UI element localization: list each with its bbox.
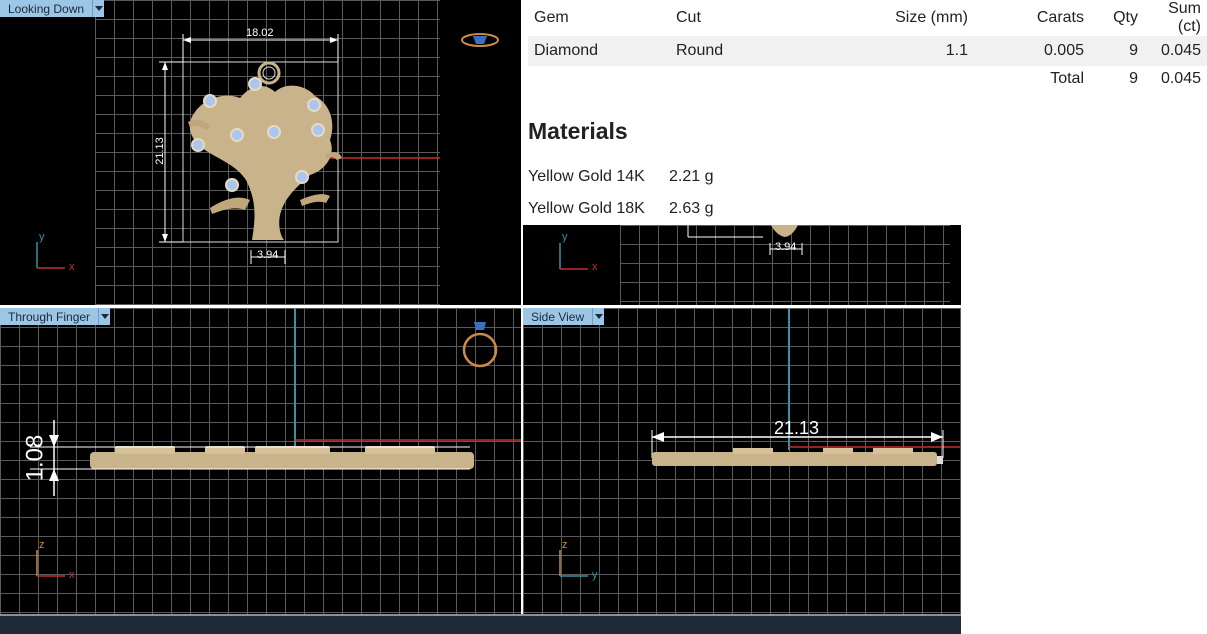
pendant-profile-side — [652, 452, 937, 466]
dim-width: 18.02 — [246, 27, 274, 39]
cell-size: 1.1 — [822, 36, 974, 66]
viewport-label-text: Side View — [523, 308, 593, 325]
cell-cut: Round — [670, 36, 822, 66]
axis-label-x: x — [69, 569, 75, 581]
table-row[interactable]: Diamond Round 1.1 0.005 9 0.045 — [528, 36, 1207, 66]
material-weight: 2.63 g — [669, 200, 714, 217]
viewport-partial-top[interactable]: 3.94 y x — [523, 225, 961, 305]
taskbar-divider — [0, 614, 961, 616]
chevron-down-icon[interactable] — [92, 0, 105, 17]
total-label: Total — [1050, 70, 1084, 87]
dim-thickness: 1.08 — [21, 434, 49, 482]
cell-gem: Diamond — [528, 36, 670, 66]
axis-label-z: z — [562, 539, 568, 551]
viewport-looking-down[interactable]: 18.02 21.13 3.94 y x Looking Down — [0, 0, 521, 305]
dim-bail: 3.94 — [257, 249, 279, 261]
total-sum: 0.045 — [1160, 70, 1201, 87]
ring-icon[interactable] — [461, 33, 499, 47]
taskbar[interactable] — [0, 614, 961, 634]
col-carats: Carats — [1036, 9, 1084, 26]
chevron-down-icon[interactable] — [592, 308, 605, 325]
material-name: Yellow Gold 14K — [528, 168, 645, 185]
tree-pendant-top — [188, 61, 342, 240]
material-name: Yellow Gold 18K — [528, 200, 645, 217]
axis-label-y: y — [39, 231, 45, 243]
material-item: Yellow Gold 18K 2.63 g — [528, 200, 713, 218]
gems-table-header: Gem Cut Size (mm) Carats Qty Sum (ct) — [528, 0, 1207, 36]
axis-label-x: x — [592, 261, 598, 273]
dim-bail-partial: 3.94 — [775, 241, 797, 253]
axis-label-x: x — [69, 261, 75, 273]
gems-table: Gem Cut Size (mm) Carats Qty Sum (ct) Di… — [528, 0, 1207, 92]
cell-qty: 9 — [1090, 36, 1144, 66]
material-item: Yellow Gold 14K 2.21 g — [528, 168, 713, 186]
col-sum: Sum (ct) — [1168, 0, 1201, 35]
viewport-label-side-view[interactable]: Side View — [523, 308, 605, 325]
ring-view-icon[interactable] — [462, 322, 498, 368]
viewport-label-text: Looking Down — [0, 0, 93, 17]
col-gem: Gem — [534, 9, 569, 26]
cell-carats: 0.005 — [974, 36, 1090, 66]
material-weight: 2.21 g — [669, 168, 714, 185]
viewport-label-text: Through Finger — [0, 308, 99, 325]
viewport-label-through-finger[interactable]: Through Finger — [0, 308, 111, 325]
cell-sum: 0.045 — [1144, 36, 1207, 66]
col-cut: Cut — [676, 9, 701, 26]
col-size: Size (mm) — [895, 9, 968, 26]
viewport-through-finger[interactable]: 1.08 z x Through Finger — [0, 308, 521, 614]
dim-length: 21.13 — [774, 418, 820, 438]
pendant-profile-front — [90, 452, 474, 469]
dim-height: 21.13 — [153, 137, 166, 165]
col-qty: Qty — [1113, 9, 1138, 26]
axis-label-y: y — [592, 569, 598, 581]
viewport-label-looking-down[interactable]: Looking Down — [0, 0, 105, 17]
total-qty: 9 — [1129, 70, 1138, 87]
chevron-down-icon[interactable] — [98, 308, 111, 325]
axis-label-z: z — [39, 539, 45, 551]
total-row: Total 9 0.045 — [528, 66, 1207, 92]
materials-title: Materials — [528, 118, 628, 144]
viewport-side-view[interactable]: 21.13 z y Side View — [523, 308, 961, 614]
axis-label-y: y — [562, 231, 568, 243]
